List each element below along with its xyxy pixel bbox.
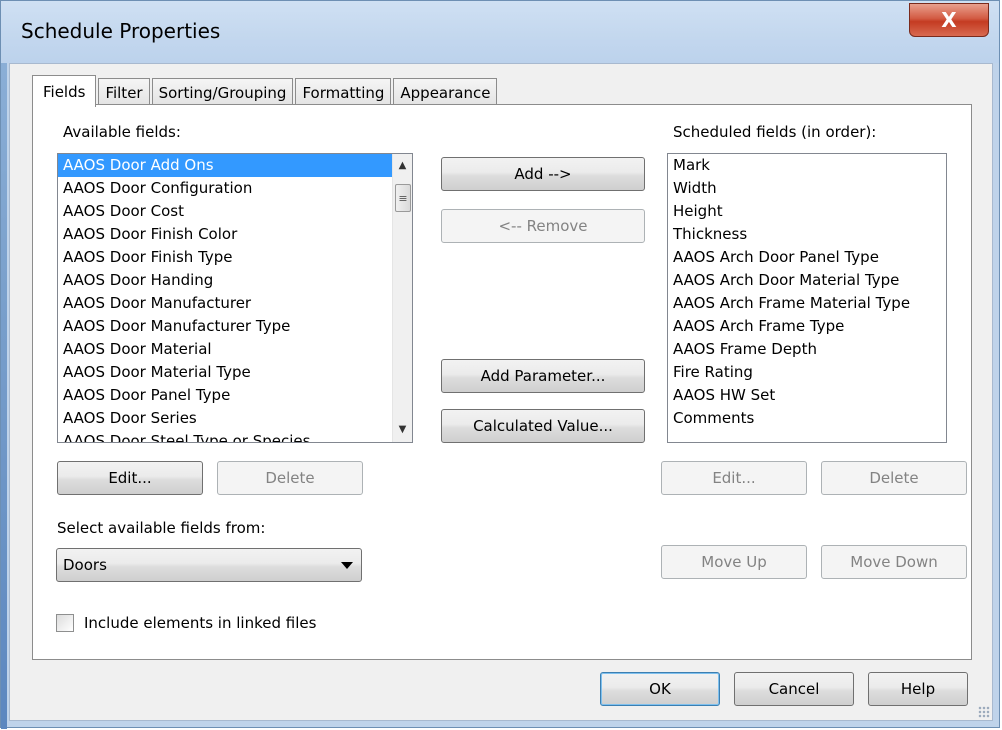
list-item[interactable]: AAOS Arch Door Panel Type bbox=[668, 246, 946, 269]
list-item[interactable]: AAOS Door Configuration bbox=[58, 177, 412, 200]
list-item[interactable]: Mark bbox=[668, 154, 946, 177]
list-item[interactable]: Thickness bbox=[668, 223, 946, 246]
move-up-button[interactable]: Move Up bbox=[661, 545, 807, 579]
dialog-client-area: Fields Filter Sorting/Grouping Formattin… bbox=[9, 63, 993, 721]
scheduled-fields-label: Scheduled fields (in order): bbox=[673, 123, 877, 141]
calculated-value-button[interactable]: Calculated Value... bbox=[441, 409, 645, 443]
scroll-down-icon[interactable]: ▼ bbox=[393, 420, 412, 440]
edit-scheduled-button[interactable]: Edit... bbox=[661, 461, 807, 495]
include-linked-label[interactable]: Include elements in linked files bbox=[84, 614, 316, 632]
list-item[interactable]: AAOS HW Set bbox=[668, 384, 946, 407]
list-item[interactable]: Width bbox=[668, 177, 946, 200]
list-item[interactable]: AAOS Door Material bbox=[58, 338, 412, 361]
available-fields-items: AAOS Door Add Ons AAOS Door Configuratio… bbox=[58, 154, 412, 442]
close-icon: X bbox=[941, 8, 957, 32]
list-item[interactable]: AAOS Arch Door Material Type bbox=[668, 269, 946, 292]
edit-available-button[interactable]: Edit... bbox=[57, 461, 203, 495]
resize-grip-icon[interactable] bbox=[978, 706, 990, 718]
include-linked-checkbox[interactable] bbox=[56, 614, 74, 632]
move-down-button[interactable]: Move Down bbox=[821, 545, 967, 579]
scroll-up-icon[interactable]: ▲ bbox=[393, 156, 412, 176]
list-item[interactable]: AAOS Door Series bbox=[58, 407, 412, 430]
tab-strip: Fields Filter Sorting/Grouping Formattin… bbox=[32, 74, 499, 107]
list-item[interactable]: Fire Rating bbox=[668, 361, 946, 384]
list-item[interactable]: AAOS Door Finish Type bbox=[58, 246, 412, 269]
tab-formatting[interactable]: Formatting bbox=[295, 78, 392, 106]
delete-scheduled-button[interactable]: Delete bbox=[821, 461, 967, 495]
cancel-button[interactable]: Cancel bbox=[734, 672, 854, 706]
tab-filter[interactable]: Filter bbox=[98, 78, 150, 106]
list-item[interactable]: AAOS Door Finish Color bbox=[58, 223, 412, 246]
tab-appearance[interactable]: Appearance bbox=[393, 78, 498, 106]
close-button[interactable]: X bbox=[909, 3, 989, 37]
list-item[interactable]: AAOS Frame Depth bbox=[668, 338, 946, 361]
available-fields-label: Available fields: bbox=[63, 123, 181, 141]
add-button[interactable]: Add --> bbox=[441, 157, 645, 191]
list-item[interactable]: AAOS Door Manufacturer bbox=[58, 292, 412, 315]
scroll-thumb[interactable]: ≡ bbox=[395, 184, 411, 212]
title-bar[interactable]: Schedule Properties X bbox=[1, 1, 999, 63]
add-parameter-button[interactable]: Add Parameter... bbox=[441, 359, 645, 393]
list-item[interactable]: AAOS Door Add Ons bbox=[58, 154, 412, 177]
remove-button[interactable]: <-- Remove bbox=[441, 209, 645, 243]
window-left-edge bbox=[1, 1, 7, 729]
chevron-down-icon bbox=[341, 562, 353, 569]
select-fields-from-label: Select available fields from: bbox=[57, 519, 266, 537]
list-item[interactable]: AAOS Door Steel Type or Species bbox=[58, 430, 412, 442]
window-title: Schedule Properties bbox=[21, 19, 221, 43]
dialog-window: Schedule Properties X Fields Filter Sort… bbox=[0, 0, 1000, 729]
list-item[interactable]: AAOS Arch Frame Type bbox=[668, 315, 946, 338]
list-item[interactable]: AAOS Door Panel Type bbox=[58, 384, 412, 407]
list-item[interactable]: AAOS Door Cost bbox=[58, 200, 412, 223]
category-dropdown[interactable]: Doors bbox=[56, 548, 362, 582]
available-fields-scrollbar[interactable]: ▲ ≡ ▼ bbox=[392, 154, 412, 442]
delete-available-button[interactable]: Delete bbox=[217, 461, 363, 495]
available-fields-list[interactable]: AAOS Door Add Ons AAOS Door Configuratio… bbox=[57, 153, 413, 443]
grip-icon: ≡ bbox=[398, 191, 408, 205]
scheduled-fields-list[interactable]: Mark Width Height Thickness AAOS Arch Do… bbox=[667, 153, 947, 443]
list-item[interactable]: AAOS Door Handing bbox=[58, 269, 412, 292]
list-item[interactable]: AAOS Door Material Type bbox=[58, 361, 412, 384]
list-item[interactable]: Comments bbox=[668, 407, 946, 430]
tab-fields[interactable]: Fields bbox=[32, 75, 97, 107]
help-button[interactable]: Help bbox=[868, 672, 968, 706]
list-item[interactable]: AAOS Arch Frame Material Type bbox=[668, 292, 946, 315]
list-item[interactable]: Height bbox=[668, 200, 946, 223]
category-dropdown-value: Doors bbox=[63, 556, 107, 574]
list-item[interactable]: AAOS Door Manufacturer Type bbox=[58, 315, 412, 338]
ok-button[interactable]: OK bbox=[600, 672, 720, 706]
tab-sorting-grouping[interactable]: Sorting/Grouping bbox=[151, 78, 294, 106]
